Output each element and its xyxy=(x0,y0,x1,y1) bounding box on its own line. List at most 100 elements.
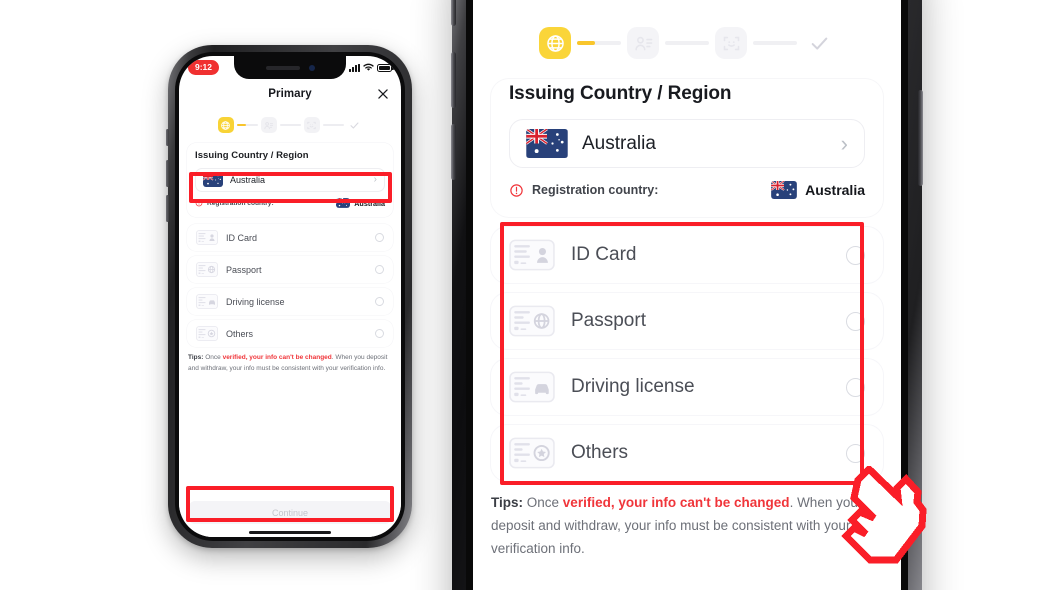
step-face-scan-icon xyxy=(715,27,747,59)
screenshot-stage: 9:12 Primary Issuing Country / Region Au… xyxy=(0,0,1055,590)
signal-icon xyxy=(349,63,360,72)
id-card-car-icon xyxy=(196,294,218,309)
id-card-globe-icon xyxy=(196,262,218,277)
verification-steps-small xyxy=(179,109,401,143)
step-connector-1 xyxy=(236,124,258,126)
close-icon[interactable] xyxy=(376,87,390,101)
document-type-list-zoom: ID Card Passport Driving license Others xyxy=(491,227,883,481)
screen-content-small: Issuing Country / Region Australia › Reg… xyxy=(179,109,401,537)
battery-icon xyxy=(377,63,394,72)
radio-button[interactable] xyxy=(846,245,865,265)
phone-bezel-small: 9:12 Primary Issuing Country / Region Au… xyxy=(175,52,405,541)
volume-up-button-zoom[interactable] xyxy=(451,52,456,108)
document-type-list-small: ID Card Passport Driving license Others xyxy=(187,224,393,347)
phone-device-small: 9:12 Primary Issuing Country / Region Au… xyxy=(166,45,412,548)
continue-button-small[interactable]: Continue xyxy=(189,501,391,524)
country-name-small: Australia xyxy=(230,175,266,185)
status-time-recording-badge: 9:12 xyxy=(188,60,220,75)
tips-text-zoom: Tips: Once verified, your info can't be … xyxy=(491,491,883,561)
tips-prefix-small: Tips: xyxy=(188,354,204,361)
document-label-zoom: Passport xyxy=(571,310,646,331)
radio-button[interactable] xyxy=(375,329,384,338)
radio-button[interactable] xyxy=(846,443,865,463)
tips-lead-zoom: Once xyxy=(523,495,563,510)
issuing-country-card-zoom: Issuing Country / Region Australia › Reg… xyxy=(491,79,883,217)
wifi-icon xyxy=(363,63,374,71)
chevron-right-icon: › xyxy=(373,174,377,185)
document-option-id-card-zoom[interactable]: ID Card xyxy=(491,227,883,283)
verification-steps-zoom xyxy=(473,19,901,79)
step-connector-1 xyxy=(577,41,621,45)
step-connector-2 xyxy=(665,41,709,45)
status-indicators xyxy=(349,63,394,72)
registration-country-row-small: Registration country: Australia xyxy=(195,198,385,208)
document-option-driving-license-small[interactable]: Driving license xyxy=(187,288,393,315)
document-option-others-small[interactable]: Others xyxy=(187,320,393,347)
issuing-country-card-small: Issuing Country / Region Australia › Reg… xyxy=(187,143,393,217)
australia-flag xyxy=(336,198,351,208)
id-card-car-icon xyxy=(509,371,555,403)
document-label-small: ID Card xyxy=(226,232,258,243)
home-indicator-small xyxy=(249,531,331,534)
step-globe-icon xyxy=(217,117,234,133)
mute-switch-small[interactable] xyxy=(166,129,169,146)
radio-button[interactable] xyxy=(375,297,384,306)
pointing-hand-cursor xyxy=(841,466,927,564)
step-check-icon xyxy=(803,27,835,59)
id-card-globe-icon xyxy=(509,305,555,337)
volume-up-button-small[interactable] xyxy=(166,160,169,187)
power-button-zoom[interactable] xyxy=(918,90,923,186)
step-check-icon xyxy=(347,117,363,133)
tips-highlight-zoom: verified, your info can't be changed xyxy=(562,495,790,510)
registration-country-label-small: Registration country: xyxy=(207,199,274,207)
step-globe-icon xyxy=(539,27,571,59)
australia-flag xyxy=(203,173,223,187)
document-label-zoom: Others xyxy=(571,442,629,463)
step-connector-3 xyxy=(322,124,344,126)
tips-text-small: Tips: Once verified, your info can't be … xyxy=(188,353,392,374)
radio-button[interactable] xyxy=(375,265,384,274)
country-name-zoom: Australia xyxy=(582,132,656,154)
step-connector-3 xyxy=(753,41,797,45)
registration-country-label-zoom: Registration country: xyxy=(532,183,659,197)
document-label-small: Others xyxy=(226,328,254,339)
step-face-scan-icon xyxy=(303,117,320,133)
step-id-card-person-icon xyxy=(260,117,277,133)
registration-country-value-zoom: Australia xyxy=(805,182,865,198)
section-title-zoom: Issuing Country / Region xyxy=(509,83,732,104)
id-card-star-icon xyxy=(509,437,555,469)
section-title-small: Issuing Country / Region xyxy=(195,150,309,161)
chevron-right-icon: › xyxy=(840,130,848,156)
tips-prefix-zoom: Tips: xyxy=(491,495,524,510)
australia-flag xyxy=(771,181,797,199)
document-label-small: Passport xyxy=(226,264,262,275)
registration-country-value-small: Australia xyxy=(354,198,385,208)
status-bar-small: 9:12 xyxy=(179,56,401,79)
step-id-card-person-icon xyxy=(627,27,659,59)
document-label-small: Driving license xyxy=(226,296,285,307)
radio-button[interactable] xyxy=(846,311,865,331)
document-option-passport-zoom[interactable]: Passport xyxy=(491,293,883,349)
document-label-zoom: ID Card xyxy=(571,244,637,265)
tips-lead-small: Once xyxy=(203,354,223,361)
phone-screen-small: 9:12 Primary Issuing Country / Region Au… xyxy=(179,56,401,537)
country-selector-small[interactable]: Australia › xyxy=(195,168,385,192)
radio-button[interactable] xyxy=(375,233,384,242)
id-card-person-icon xyxy=(196,230,218,245)
radio-button[interactable] xyxy=(846,377,865,397)
document-option-passport-small[interactable]: Passport xyxy=(187,256,393,283)
australia-flag xyxy=(526,129,568,158)
mute-switch-zoom[interactable] xyxy=(451,0,456,26)
id-card-person-icon xyxy=(509,239,555,271)
page-title-small: Primary xyxy=(268,88,312,100)
volume-down-button-small[interactable] xyxy=(166,195,169,222)
country-selector-zoom[interactable]: Australia › xyxy=(509,119,865,168)
registration-country-row-zoom: Registration country: Australia xyxy=(509,181,865,199)
document-option-others-zoom[interactable]: Others xyxy=(491,425,883,481)
nav-bar-small: Primary xyxy=(179,79,401,109)
document-option-id-card-small[interactable]: ID Card xyxy=(187,224,393,251)
tips-highlight-small: verified, your info can't be changed xyxy=(222,354,332,361)
step-connector-2 xyxy=(279,124,301,126)
volume-down-button-zoom[interactable] xyxy=(451,124,456,180)
document-option-driving-license-zoom[interactable]: Driving license xyxy=(491,359,883,415)
